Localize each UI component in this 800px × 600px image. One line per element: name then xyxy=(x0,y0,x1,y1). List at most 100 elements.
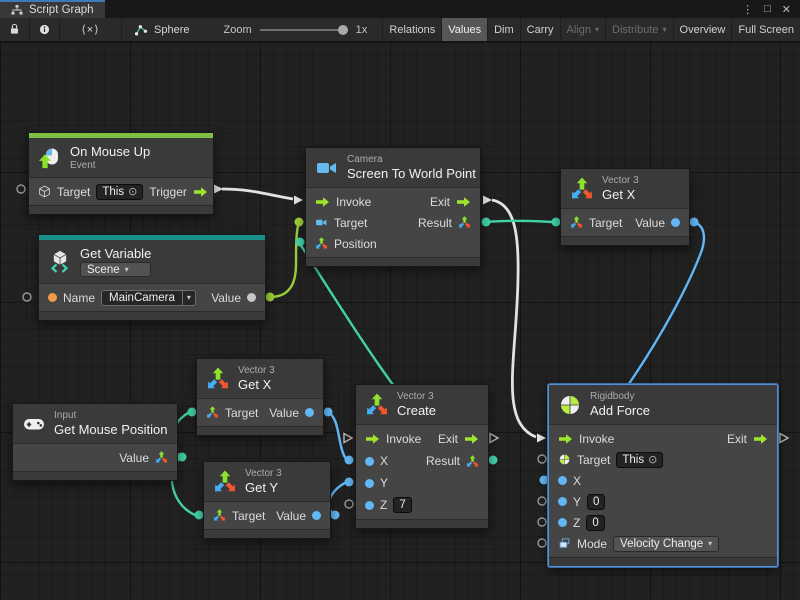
object-picker-icon[interactable]: ⊙ xyxy=(128,185,137,198)
dim-button[interactable]: Dim xyxy=(488,18,521,41)
port-label-trigger: Trigger xyxy=(149,185,187,199)
object-picker-icon[interactable]: ⊙ xyxy=(648,453,657,466)
graph-toolbar: ⟨×⟩ Sphere Zoom 1x Relations Values Dim … xyxy=(0,18,800,42)
graph-canvas[interactable]: On Mouse Up Event Target This ⊙ Trigger xyxy=(0,42,800,600)
node-get-x[interactable]: Vector 3 Get X Target Value xyxy=(196,358,324,436)
z-value-field[interactable]: 7 xyxy=(393,497,411,513)
distribute-dropdown[interactable]: Distribute▾ xyxy=(606,18,673,41)
node-footer xyxy=(561,236,689,245)
variables-glyph: ⟨×⟩ xyxy=(81,23,99,36)
port-z[interactable] xyxy=(558,518,567,527)
rigidbody-port-icon[interactable] xyxy=(558,453,571,466)
wire-flow-exit-to-addforce xyxy=(483,196,546,443)
flow-arrow-icon[interactable] xyxy=(753,433,768,445)
align-dropdown[interactable]: Align▾ xyxy=(561,18,606,41)
node-title: On Mouse Up xyxy=(70,144,150,159)
variable-name-dropdown[interactable]: MainCamera ▾ xyxy=(101,290,196,306)
node-type: Camera xyxy=(347,154,476,165)
variables-toggle-button[interactable]: ⟨×⟩ xyxy=(60,18,122,41)
zoom-value: 1x xyxy=(356,24,368,36)
fullscreen-button[interactable]: Full Screen xyxy=(732,18,800,41)
port-name[interactable] xyxy=(48,293,57,302)
relations-button[interactable]: Relations xyxy=(383,18,442,41)
overview-button[interactable]: Overview xyxy=(674,18,733,41)
port-label-position: Position xyxy=(334,237,377,251)
carry-button[interactable]: Carry xyxy=(521,18,561,41)
menu-icon[interactable]: ⋮ xyxy=(742,3,753,16)
port-value[interactable] xyxy=(305,408,314,417)
port-label-exit: Exit xyxy=(727,432,747,446)
target-this-field[interactable]: This ⊙ xyxy=(96,184,143,200)
target-this-field[interactable]: This ⊙ xyxy=(616,452,663,468)
chevron-down-icon: ▾ xyxy=(708,540,712,548)
maximize-icon[interactable]: □ xyxy=(764,3,771,15)
node-get-y[interactable]: Vector 3 Get Y Target Value xyxy=(203,461,331,539)
zoom-slider-handle[interactable] xyxy=(338,25,348,35)
node-title: Add Force xyxy=(590,403,650,418)
flow-arrow-icon[interactable] xyxy=(315,196,330,208)
values-button[interactable]: Values xyxy=(442,18,488,41)
node-screen-to-world-point[interactable]: Camera Screen To World Point Invoke Exit… xyxy=(305,147,481,267)
node-title: Get X xyxy=(238,377,275,392)
port-label-target: Target xyxy=(334,216,367,230)
close-icon[interactable]: ✕ xyxy=(782,3,791,16)
vector3-port-icon[interactable] xyxy=(155,451,168,464)
node-type: Vector 3 xyxy=(397,391,436,402)
force-mode-dropdown[interactable]: Velocity Change▾ xyxy=(613,536,719,552)
node-get-mouse-position[interactable]: Input Get Mouse Position Value xyxy=(12,403,178,481)
port-x[interactable] xyxy=(558,476,567,485)
zoom-slider[interactable] xyxy=(260,25,348,35)
chevron-down-icon: ▾ xyxy=(125,266,129,274)
breadcrumb[interactable]: Sphere xyxy=(122,18,201,41)
port-y[interactable] xyxy=(558,497,567,506)
flow-arrow-icon[interactable] xyxy=(365,433,380,445)
port-label-target: Target xyxy=(225,406,258,420)
toolbar-buttons: Relations Values Dim Carry Align▾ Distri… xyxy=(382,18,800,41)
flow-arrow-icon[interactable] xyxy=(193,186,208,198)
port-value[interactable] xyxy=(247,293,256,302)
port-label-target: Target xyxy=(589,216,622,230)
port-label-x: X xyxy=(380,454,388,468)
node-on-mouse-up[interactable]: On Mouse Up Event Target This ⊙ Trigger xyxy=(28,132,214,215)
info-button[interactable] xyxy=(30,18,60,41)
node-create-vector3[interactable]: Vector 3 Create Invoke Exit X Result xyxy=(355,384,489,529)
node-get-variable[interactable]: Get Variable Scene▾ Name MainCamera ▾ Va… xyxy=(38,234,266,321)
port-value[interactable] xyxy=(312,511,321,520)
flow-arrow-icon[interactable] xyxy=(456,196,471,208)
lock-icon xyxy=(8,23,21,36)
camera-port-icon[interactable] xyxy=(315,216,328,229)
vector3-port-icon[interactable] xyxy=(206,406,219,419)
port-label-result: Result xyxy=(418,216,452,230)
vector3-port-icon[interactable] xyxy=(458,216,471,229)
wire-object-variable-to-camera xyxy=(266,218,304,302)
port-x[interactable] xyxy=(365,457,374,466)
info-icon xyxy=(38,23,51,36)
camera-icon xyxy=(315,156,339,180)
flow-arrow-icon[interactable] xyxy=(464,433,479,445)
y-value-field[interactable]: 0 xyxy=(587,494,605,510)
vector3-port-icon[interactable] xyxy=(315,237,328,250)
vector3-port-icon[interactable] xyxy=(570,216,583,229)
node-footer xyxy=(306,257,480,266)
port-value[interactable] xyxy=(671,218,680,227)
node-get-x-top[interactable]: Vector 3 Get X Target Value xyxy=(560,168,690,246)
port-label-name: Name xyxy=(63,291,95,305)
zoom-control: Zoom 1x xyxy=(223,18,367,41)
zoom-slider-track[interactable] xyxy=(260,29,348,31)
vector3-port-icon[interactable] xyxy=(466,455,479,468)
port-z[interactable] xyxy=(365,501,374,510)
flow-arrow-icon[interactable] xyxy=(558,433,573,445)
force-mode-icon[interactable] xyxy=(558,537,571,550)
node-footer xyxy=(29,205,213,214)
chevron-down-icon: ▾ xyxy=(663,26,667,34)
lock-button[interactable] xyxy=(0,18,30,41)
variable-scope-dropdown[interactable]: Scene▾ xyxy=(80,262,151,277)
port-y[interactable] xyxy=(365,479,374,488)
z-value-field[interactable]: 0 xyxy=(586,515,604,531)
vector3-port-icon[interactable] xyxy=(213,509,226,522)
variable-icon xyxy=(48,250,72,274)
tab-script-graph[interactable]: Script Graph xyxy=(0,0,105,18)
node-title: Get X xyxy=(602,187,639,202)
node-add-force[interactable]: Rigidbody Add Force Invoke Exit Target T… xyxy=(548,384,778,567)
node-footer xyxy=(39,311,265,320)
